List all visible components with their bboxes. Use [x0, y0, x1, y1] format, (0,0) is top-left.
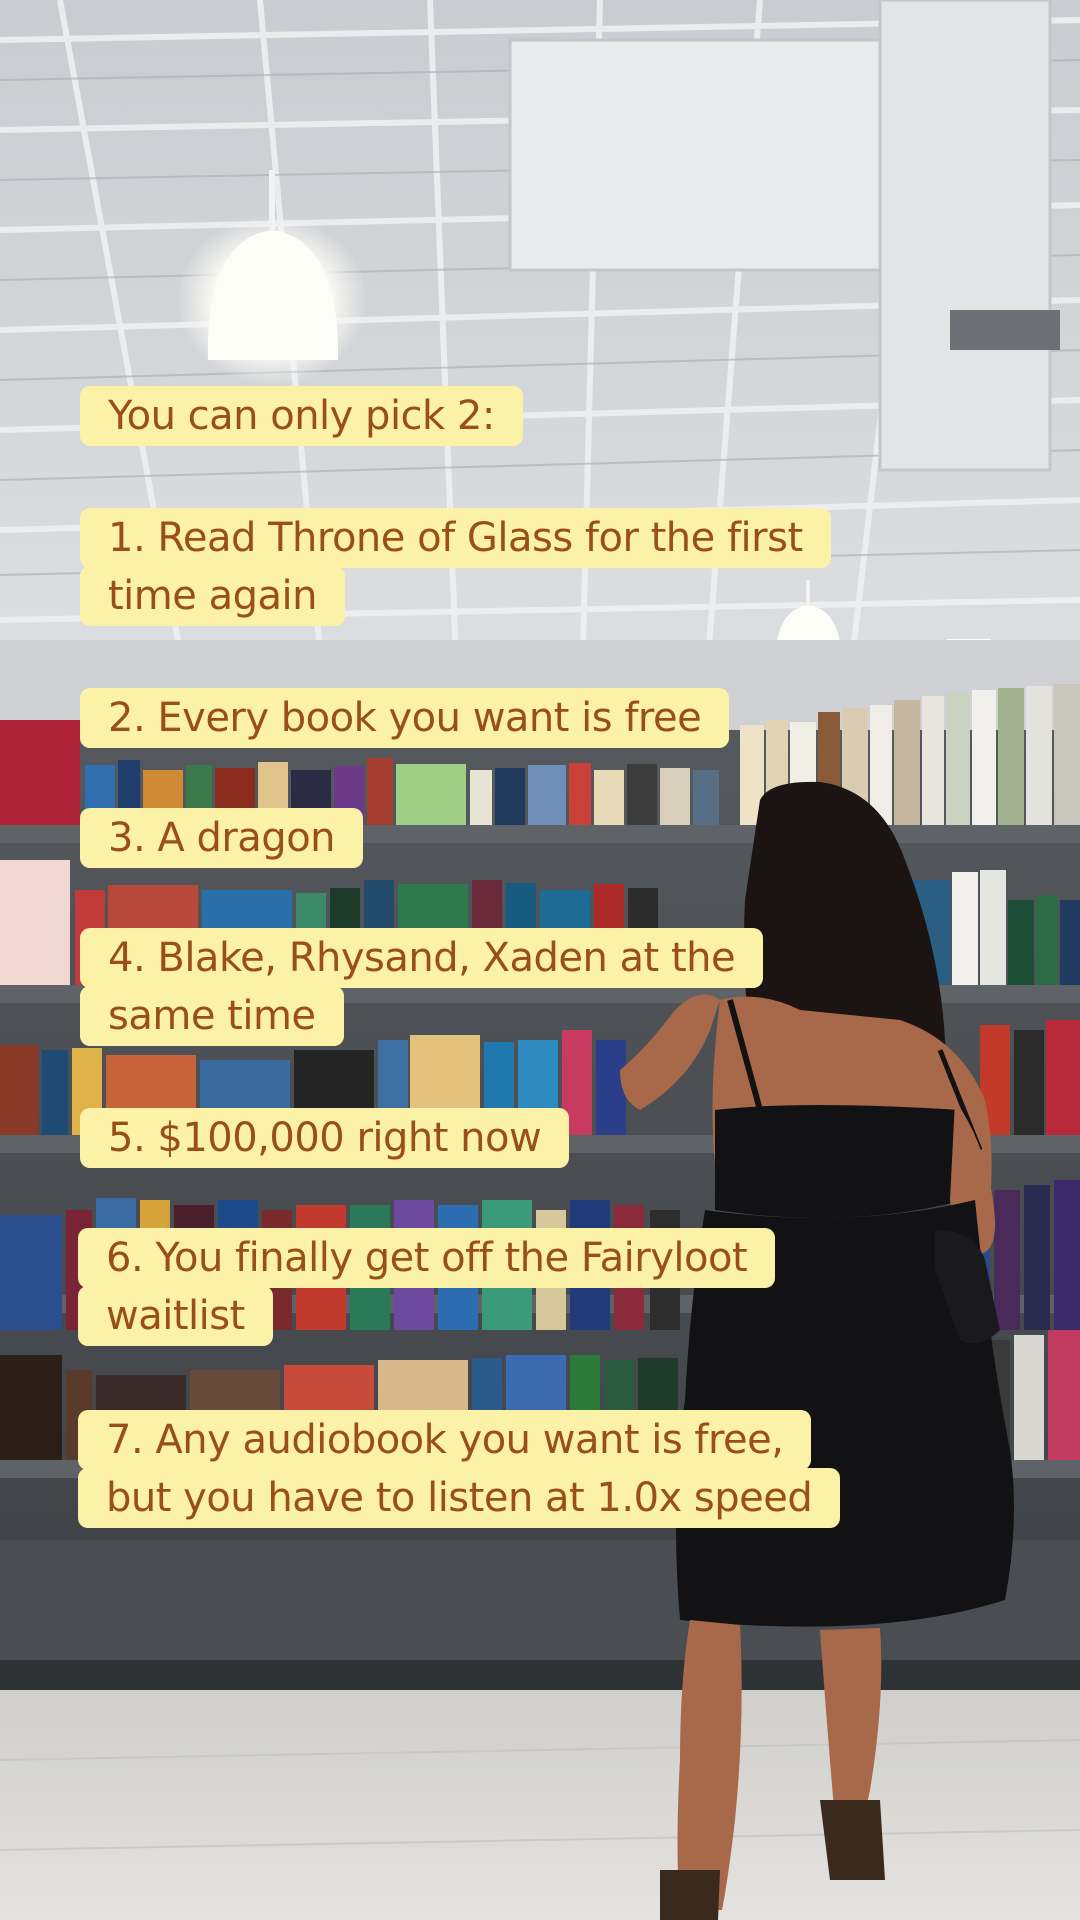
option-1-line-2: time again — [80, 566, 345, 626]
option-6-line-1: 6. You finally get off the Fairyloot — [78, 1228, 776, 1288]
caption-intro: You can only pick 2: — [80, 386, 523, 446]
caption-overlay: You can only pick 2: 1. Read Throne of G… — [0, 0, 1080, 1920]
option-1-line-1: 1. Read Throne of Glass for the first — [80, 508, 831, 568]
option-7-line-2: but you have to listen at 1.0x speed — [78, 1468, 841, 1528]
option-4-line-2: same time — [80, 986, 344, 1046]
option-7-line-1: 7. Any audiobook you want is free, — [78, 1410, 812, 1470]
option-5: 5. $100,000 right now — [80, 1108, 570, 1168]
option-2: 2. Every book you want is free — [80, 688, 730, 748]
option-6-line-2: waitlist — [78, 1286, 273, 1346]
option-4-line-1: 4. Blake, Rhysand, Xaden at the — [80, 928, 764, 988]
option-3: 3. A dragon — [80, 808, 364, 868]
